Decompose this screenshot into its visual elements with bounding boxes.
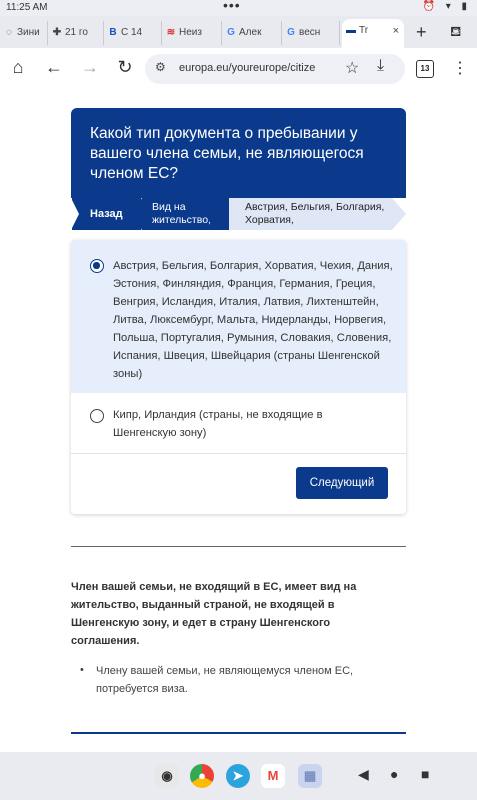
bottom-divider — [71, 732, 406, 734]
breadcrumb-back-button[interactable]: Назад — [71, 198, 151, 230]
tab-title: Tr — [359, 25, 369, 36]
close-tab-icon[interactable]: × — [393, 19, 399, 43]
new-tab-button[interactable]: + — [416, 22, 427, 43]
bookmark-star-icon[interactable]: ☆ — [345, 58, 359, 78]
options-card: Австрия, Бельгия, Болгария, Хорватия, Че… — [71, 240, 406, 514]
browser-tab-3[interactable]: B С 14 — [104, 21, 162, 45]
eu-flag-icon: ▬ — [346, 25, 356, 36]
next-button[interactable]: Следующий — [296, 467, 388, 499]
tab-favicon-icon: B — [109, 27, 117, 38]
nav-home-icon[interactable]: ● — [390, 766, 398, 782]
tab-favicon-icon: ≋ — [166, 27, 176, 38]
google-icon: G — [227, 27, 235, 38]
incognito-icon[interactable]: ⛾ — [450, 23, 461, 42]
browser-tab-6[interactable]: Gвесн — [282, 21, 340, 45]
tab-title: Алек — [239, 27, 262, 38]
tab-title: Неиз — [179, 27, 202, 38]
radio-schengen[interactable] — [90, 259, 104, 273]
tab-strip: ◌ Зини ✚ 21 го B С 14 ≋ Неиз G Алек Gвесн ▬ Tr… — [0, 16, 477, 48]
question-title: Какой тип документа о пребывании у вашег… — [90, 125, 364, 182]
radio-non-schengen[interactable] — [90, 409, 104, 423]
browser-tab-4[interactable]: ≋ Неиз — [162, 21, 222, 45]
tab-title: 21 го — [65, 27, 88, 38]
home-icon[interactable]: ⌂ — [6, 57, 30, 78]
breadcrumb-step-residence[interactable]: Вид на жительство, — [141, 198, 229, 230]
breadcrumb: Австрия, Бельгия, Болгария, Хорватия, Ви… — [71, 198, 406, 230]
browser-tab-2[interactable]: ✚ 21 го — [48, 21, 104, 45]
browser-tab-1[interactable]: ◌ Зини — [0, 21, 48, 45]
option-schengen-label: Австрия, Бельгия, Болгария, Хорватия, Че… — [113, 260, 393, 380]
google-icon: G — [287, 27, 295, 38]
app-drawer-icon[interactable]: ▦ — [298, 764, 322, 788]
nav-back-icon[interactable]: ◀ — [358, 766, 369, 783]
address-bar[interactable]: ⚙ europa.eu/youreurope/citize ☆ ⤓ — [145, 54, 405, 84]
camera-app-icon[interactable]: ◉ — [155, 764, 179, 788]
result-bullet: Члену вашей семьи, не являющемуся членом… — [96, 665, 354, 695]
system-dock: ◉ ● ➤ M ▦ ◀ ● ■ — [0, 752, 477, 800]
forward-icon[interactable]: → — [78, 57, 102, 78]
option-non-schengen-label[interactable]: Кипр, Ирландия (страны, не входящие в Ше… — [113, 406, 383, 442]
status-time: 11:25 AM — [6, 2, 48, 13]
bullet-icon: • — [80, 664, 84, 676]
chrome-app-icon[interactable]: ● — [190, 764, 214, 788]
telegram-app-icon[interactable]: ➤ — [226, 764, 250, 788]
result-heading: Член вашей семьи, не входящий в ЕС, имее… — [71, 581, 357, 647]
breadcrumb-current-step: Австрия, Бельгия, Болгария, Хорватия, — [229, 198, 406, 230]
browser-tab-active[interactable]: ▬ Tr × — [342, 19, 404, 48]
status-bar: 11:25 AM ••• ⏰ ▾ ▮ — [0, 0, 477, 16]
back-icon[interactable]: ← — [42, 57, 66, 78]
more-menu-icon[interactable]: ⋮ — [452, 58, 468, 78]
download-icon[interactable]: ⤓ — [377, 57, 384, 75]
reload-icon[interactable]: ↻ — [113, 57, 137, 78]
browser-tab-5[interactable]: G Алек — [222, 21, 282, 45]
tab-title: весн — [299, 27, 321, 38]
tab-favicon-icon: ✚ — [52, 27, 62, 38]
status-dots: ••• — [223, 0, 241, 13]
tab-switcher-button[interactable]: 13 — [416, 60, 434, 78]
option-schengen[interactable]: Австрия, Бельгия, Болгария, Хорватия, Че… — [71, 240, 406, 393]
card-divider — [71, 453, 406, 454]
tab-title: С 14 — [121, 27, 143, 38]
nav-recents-icon[interactable]: ■ — [421, 766, 429, 782]
section-divider — [71, 546, 406, 547]
url-text[interactable]: europa.eu/youreurope/citize — [179, 62, 329, 74]
status-icons: ⏰ ▾ ▮ — [422, 1, 471, 12]
tab-title: Зини — [17, 27, 40, 38]
gmail-app-icon[interactable]: M — [261, 764, 285, 788]
browser-toolbar: ⌂ ← → ↻ ⚙ europa.eu/youreurope/citize ☆ … — [0, 48, 477, 90]
tab-favicon-icon: ◌ — [6, 27, 12, 38]
site-settings-icon[interactable]: ⚙ — [155, 60, 166, 74]
